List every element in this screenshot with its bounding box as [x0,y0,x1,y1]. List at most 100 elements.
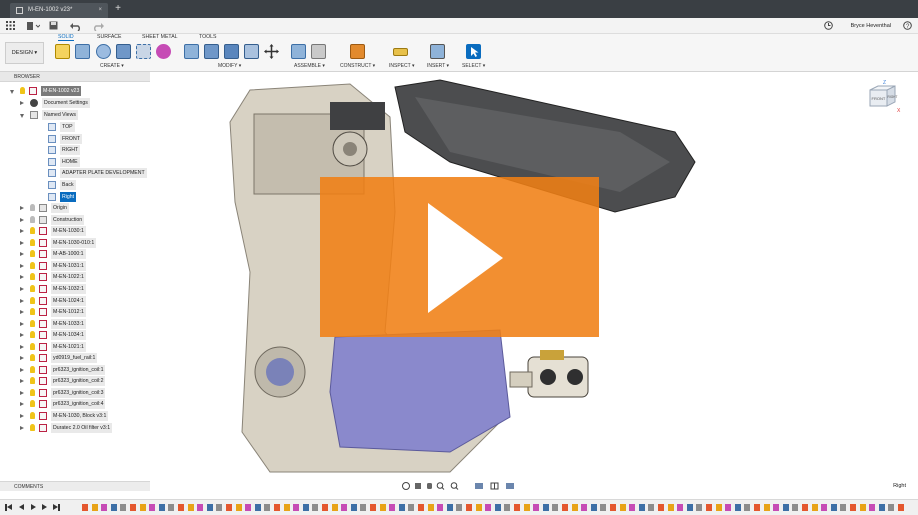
visibility-bulb-icon[interactable] [30,354,35,362]
timeline-feature-icon[interactable] [322,504,328,511]
press-pull-icon[interactable] [184,44,199,59]
visibility-bulb-icon[interactable] [20,87,25,94]
tab-solid[interactable]: SOLID [58,34,74,41]
timeline-feature-icon[interactable] [610,504,616,511]
timeline-feature-icon[interactable] [389,504,396,511]
timeline-feature-icon[interactable] [216,504,223,511]
expand-arrow-icon[interactable] [20,229,24,234]
timeline-feature-icon[interactable] [802,504,808,511]
timeline-feature-icon[interactable] [187,504,194,511]
step-back-icon[interactable] [19,504,24,510]
timeline-feature-icon[interactable] [619,504,626,511]
timeline-feature-icon[interactable] [245,504,252,511]
timeline-feature-icon[interactable] [466,504,472,511]
timeline-feature-icon[interactable] [197,504,204,511]
construct-menu[interactable]: CONSTRUCT ▾ [340,63,375,69]
timeline-feature-icon[interactable] [206,504,213,511]
timeline-feature-icon[interactable] [706,504,712,511]
timeline-feature-icon[interactable] [350,504,357,511]
visibility-bulb-icon[interactable] [30,261,35,269]
named-view-item[interactable]: FRONT [0,133,150,144]
component-item[interactable]: M-AB-1000:1 [0,249,150,260]
named-view-item[interactable]: TOP [0,122,150,132]
visibility-bulb-icon[interactable] [30,365,35,373]
expand-arrow-icon[interactable] [20,217,24,222]
origin-folder[interactable]: Origin [0,203,150,213]
timeline-feature-icon[interactable] [283,504,290,511]
timeline-feature-icon[interactable] [139,504,146,511]
timeline-feature-icon[interactable] [360,504,367,511]
play-icon[interactable] [428,203,503,313]
component-item[interactable]: pr6323_ignition_coil:4 [0,399,150,410]
timeline-feature-icon[interactable] [235,504,242,511]
component-item[interactable]: M-EN-1034:1 [0,330,150,341]
component-item[interactable]: M-EN-1021:1 [0,341,150,352]
visibility-bulb-icon[interactable] [30,273,35,281]
close-tab-icon[interactable]: × [98,3,102,18]
expand-arrow-icon[interactable] [20,402,24,407]
timeline-feature-icon[interactable] [658,504,664,511]
named-view-item[interactable]: ADAPTER PLATE DEVELOPMENT [0,168,150,179]
expand-arrow-icon[interactable] [20,101,24,105]
fillet-icon[interactable] [204,44,219,59]
measure-icon[interactable] [393,48,408,56]
play-timeline-icon[interactable] [31,504,36,510]
timeline-feature-icon[interactable] [379,504,386,511]
display-settings-icon[interactable] [475,483,483,489]
expand-arrow-icon[interactable] [20,333,24,338]
named-view-item[interactable]: Right [0,191,150,202]
component-item[interactable]: M-EN-1031:1 [0,260,150,271]
expand-arrow-icon[interactable] [20,414,24,418]
expand-arrow-icon[interactable] [20,263,24,268]
timeline-feature-icon[interactable] [542,504,549,511]
visibility-bulb-icon[interactable] [30,423,35,431]
grid-settings-icon[interactable] [490,482,499,490]
component-item[interactable]: pr6323_ignition_coil:2 [0,376,150,387]
insert-menu[interactable]: INSERT ▾ [427,63,449,69]
timeline-feature-icon[interactable] [715,504,722,511]
assemble-menu[interactable]: ASSEMBLE ▾ [294,63,325,69]
chamfer-icon[interactable] [224,44,239,59]
box-icon[interactable] [116,44,131,59]
document-settings-item[interactable]: Document Settings [0,98,150,108]
timeline-feature-icon[interactable] [859,504,866,511]
timeline-feature-icon[interactable] [792,504,799,511]
go-to-start-arrow-icon[interactable] [7,504,12,510]
timeline-feature-icon[interactable] [331,504,338,511]
timeline-feature-icon[interactable] [754,504,760,511]
timeline-feature-icon[interactable] [370,504,376,511]
expand-arrow-icon[interactable] [20,275,24,280]
timeline-feature-icon[interactable] [686,504,693,511]
timeline-feature-icon[interactable] [648,504,655,511]
expand-arrow-icon[interactable] [20,310,24,315]
timeline-feature-icon[interactable] [178,504,184,511]
timeline-feature-icon[interactable] [418,504,424,511]
modify-menu[interactable]: MODIFY ▾ [218,63,241,69]
timeline-feature-icon[interactable] [408,504,415,511]
timeline-feature-icon[interactable] [398,504,405,511]
timeline-feature-icon[interactable] [734,504,741,511]
timeline-feature-icon[interactable] [840,504,847,511]
timeline-feature-icon[interactable] [821,504,828,511]
timeline-feature-icon[interactable] [101,504,108,511]
visibility-bulb-icon[interactable] [30,284,35,292]
named-views-folder[interactable]: Named Views [0,110,150,120]
expand-arrow-icon[interactable] [20,344,24,349]
component-item[interactable]: M-EN-1022:1 [0,272,150,283]
help-icon[interactable]: ? [903,21,912,31]
timeline-feature-icon[interactable] [638,504,645,511]
timeline-feature-icon[interactable] [600,504,607,511]
timeline-feature-icon[interactable] [763,504,770,511]
component-item[interactable]: yd0919_fuel_rail:1 [0,353,150,364]
timeline-feature-icon[interactable] [523,504,530,511]
component-item[interactable]: M-EN-1012:1 [0,307,150,318]
tab-surface[interactable]: SURFACE [97,34,122,41]
offset-plane-icon[interactable] [350,44,365,59]
redo-icon[interactable] [90,21,104,32]
named-view-item[interactable]: RIGHT [0,145,150,156]
timeline-feature-icon[interactable] [744,504,751,511]
timeline-feature-icon[interactable] [571,504,578,511]
zoom-icon[interactable] [436,482,445,490]
visibility-bulb-icon[interactable] [30,331,35,339]
insert-image-icon[interactable] [430,44,445,59]
